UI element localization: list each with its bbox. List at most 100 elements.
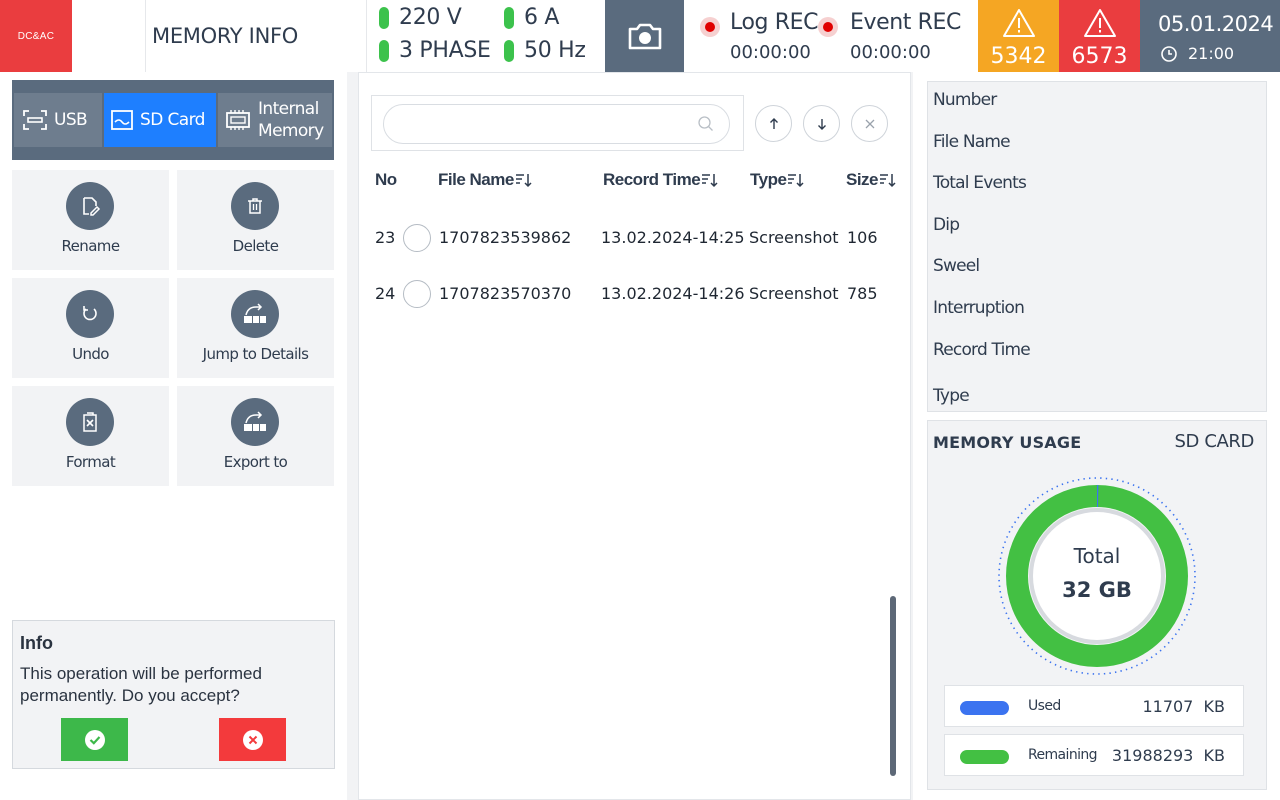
tab-internal-memory-label: Internal Memory [258,98,324,142]
tab-usb-label: USB [54,110,88,130]
time-value: 21:00 [1188,44,1235,63]
tab-internal-memory-label-line1: Internal [258,99,319,119]
scrollbar[interactable] [890,596,896,776]
column-header-size-label: Size [846,170,879,189]
search-bar [371,95,744,151]
row-select-radio[interactable] [403,224,431,252]
jump-to-details-label: Jump to Details [202,345,309,363]
legend-used: Used 11707 KB [944,685,1244,727]
frequency-status-indicator [504,39,514,62]
row-record-time: 13.02.2024-14:25 [601,228,745,247]
tab-internal-memory[interactable]: Internal Memory [218,93,332,147]
close-icon [865,119,874,128]
tab-usb[interactable]: USB [14,93,102,147]
delete-button[interactable]: Delete [177,170,334,270]
export-to-label: Export to [223,453,288,471]
arrow-down-icon [817,118,826,130]
undo-button[interactable]: Undo [12,278,169,378]
log-rec-time: 00:00:00 [730,42,811,63]
jump-to-details-button[interactable]: Jump to Details [177,278,334,378]
screenshot-button[interactable] [605,0,684,72]
column-header-file-name-label: File Name [438,170,514,189]
table-row[interactable]: 24 1707823570370 13.02.2024-14:26 Screen… [359,274,899,314]
table-row[interactable]: 23 1707823539862 13.02.2024-14:25 Screen… [359,218,899,258]
column-header-record-time[interactable]: Record Time [603,170,719,190]
export-to-button[interactable]: Export to [177,386,334,486]
accept-button[interactable] [61,718,128,761]
format-label: Format [65,453,116,471]
row-select-radio[interactable] [403,280,431,308]
used-value: 11707 KB [1142,697,1225,716]
tab-internal-memory-label-line2: Memory [258,121,324,141]
warning-counter[interactable]: 5342 [978,0,1059,72]
total-value: 32 GB [1062,578,1132,602]
rename-button[interactable]: Rename [12,170,169,270]
column-header-no[interactable]: No [375,170,397,190]
current-status-indicator [504,6,514,29]
row-record-time: 13.02.2024-14:26 [601,284,745,303]
format-icon [83,412,97,432]
usb-icon [23,110,47,130]
left-panel: USB SD Card Internal Memory Rename Delet… [0,72,347,800]
frequency-readout: 50 Hz [504,38,586,63]
measurement-summary: 220 V 3 PHASE 6 A 50 Hz [367,0,605,72]
log-rec-button[interactable]: Log REC 00:00:00 [684,0,818,72]
remaining-color-swatch [960,750,1009,764]
chip-icon [226,110,250,130]
info-dialog: Info This operation will be performed pe… [12,620,335,769]
remaining-value: 31988293 KB [1112,746,1225,765]
column-header-size[interactable]: Size [846,170,897,190]
scroll-up-button[interactable] [755,105,792,142]
right-panel: Number File Name Total Events Dip Sweel … [913,72,1280,800]
row-file-name: 1707823570370 [439,284,572,303]
column-header-type[interactable]: Type [750,170,805,190]
event-rec-button[interactable]: Event REC 00:00:00 [818,0,978,72]
column-header-no-label: No [375,170,397,189]
alarm-icon [1084,9,1116,37]
sd-card-icon [111,110,133,130]
used-unit: KB [1203,697,1225,716]
top-bar: DC&AC MEMORY INFO 220 V 3 PHASE 6 A 50 H… [0,0,1280,72]
detail-dip: Dip [933,215,960,235]
detail-record-time: Record Time [933,340,1031,360]
detail-sweel: Sweel [933,256,980,276]
arrow-up-icon [769,117,778,129]
detail-interruption: Interruption [933,298,1025,318]
log-rec-label: Log REC [730,10,819,35]
phase-readout: 3 PHASE [379,38,491,63]
clock-icon [1161,45,1177,62]
memory-source-label: SD CARD [1174,431,1255,452]
clear-search-button[interactable] [851,105,888,142]
log-rec-indicator [700,17,720,37]
camera-icon [628,23,661,50]
file-list-panel: No File Name Record Time Type Size 23 17… [358,72,911,800]
current-value: 6 A [524,5,560,30]
search-icon [698,116,713,131]
memory-donut-chart: Total 32 GB [998,477,1196,675]
check-circle-icon [84,729,105,750]
detail-file-name: File Name [933,132,1011,152]
tab-sd-card[interactable]: SD Card [104,93,216,147]
sort-icon [515,174,532,188]
voltage-value: 220 V [399,5,462,30]
row-size: 785 [847,284,878,303]
detail-number: Number [933,90,997,110]
storage-tabs: USB SD Card Internal Memory [12,80,334,160]
alarm-counter[interactable]: 6573 [1059,0,1140,72]
alarm-count: 6573 [1071,44,1128,69]
voltage-readout: 220 V [379,5,462,30]
reject-button[interactable] [219,718,286,761]
delete-label: Delete [232,237,279,255]
scroll-down-button[interactable] [803,105,840,142]
format-button[interactable]: Format [12,386,169,486]
search-input[interactable] [383,104,730,144]
column-header-file-name[interactable]: File Name [438,170,533,190]
app-logo: DC&AC [0,0,72,72]
event-rec-label: Event REC [850,10,961,35]
undo-label: Undo [72,345,109,363]
event-rec-time: 00:00:00 [850,42,931,63]
remaining-value-number: 31988293 [1111,746,1194,765]
info-message: This operation will be performed permane… [20,664,262,705]
warning-count: 5342 [990,44,1047,69]
trash-icon [248,198,262,214]
